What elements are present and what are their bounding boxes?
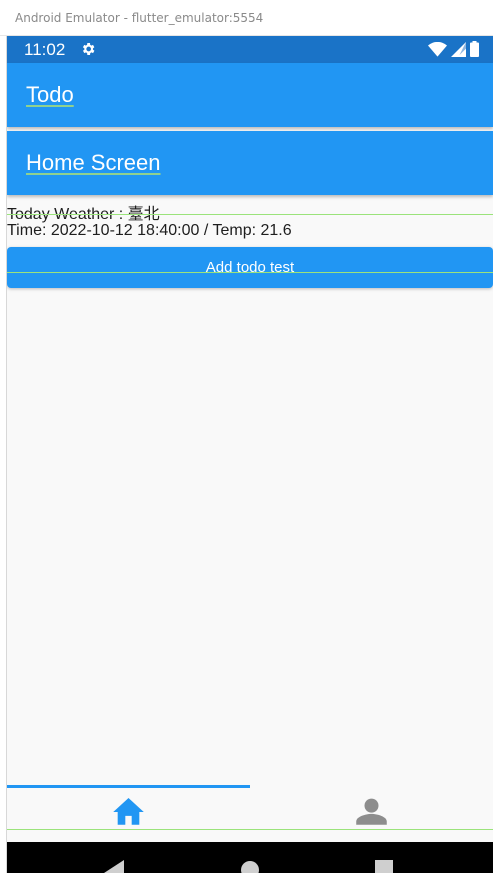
- home-icon: [113, 798, 144, 825]
- weather-location-text: Today Weather : 臺北: [7, 206, 160, 223]
- emulator-window-bar: Android Emulator - flutter_emulator:5554: [0, 0, 493, 36]
- settings-icon: [82, 43, 95, 55]
- guide-line: [7, 214, 493, 215]
- app-bar-home-screen: Home Screen: [7, 131, 493, 195]
- wifi-icon: [428, 41, 447, 57]
- signal-icon: [451, 41, 466, 57]
- person-icon: [356, 798, 387, 825]
- page-title: Home Screen: [26, 150, 161, 175]
- app-bar-title: Todo: [26, 82, 74, 107]
- status-icons: [428, 41, 479, 57]
- battery-icon: [470, 41, 479, 57]
- app-bar-todo: Todo: [7, 63, 493, 127]
- nav-tab-profile[interactable]: [250, 788, 493, 830]
- recents-square-icon[interactable]: [374, 860, 394, 873]
- device-screen: 11:02 Todo Home Screen Today Weather : 臺…: [7, 36, 493, 873]
- back-icon[interactable]: [104, 860, 124, 873]
- guide-line: [7, 829, 493, 830]
- add-todo-button-label: Add todo test: [205, 259, 295, 276]
- status-time: 11:02: [24, 40, 66, 59]
- android-navigation-bar: [7, 842, 493, 873]
- emulator-window-title: Android Emulator - flutter_emulator:5554: [15, 11, 264, 25]
- bottom-navigation-bar: [7, 788, 493, 830]
- weather-time-temp-text: Time: 2022-10-12 18:40:00 / Temp: 21.6: [7, 222, 292, 239]
- add-todo-button[interactable]: Add todo test: [7, 247, 493, 288]
- status-bar: 11:02: [7, 36, 493, 63]
- guide-line: [7, 272, 493, 273]
- home-circle-icon[interactable]: [240, 860, 260, 873]
- nav-tab-home[interactable]: [7, 788, 250, 830]
